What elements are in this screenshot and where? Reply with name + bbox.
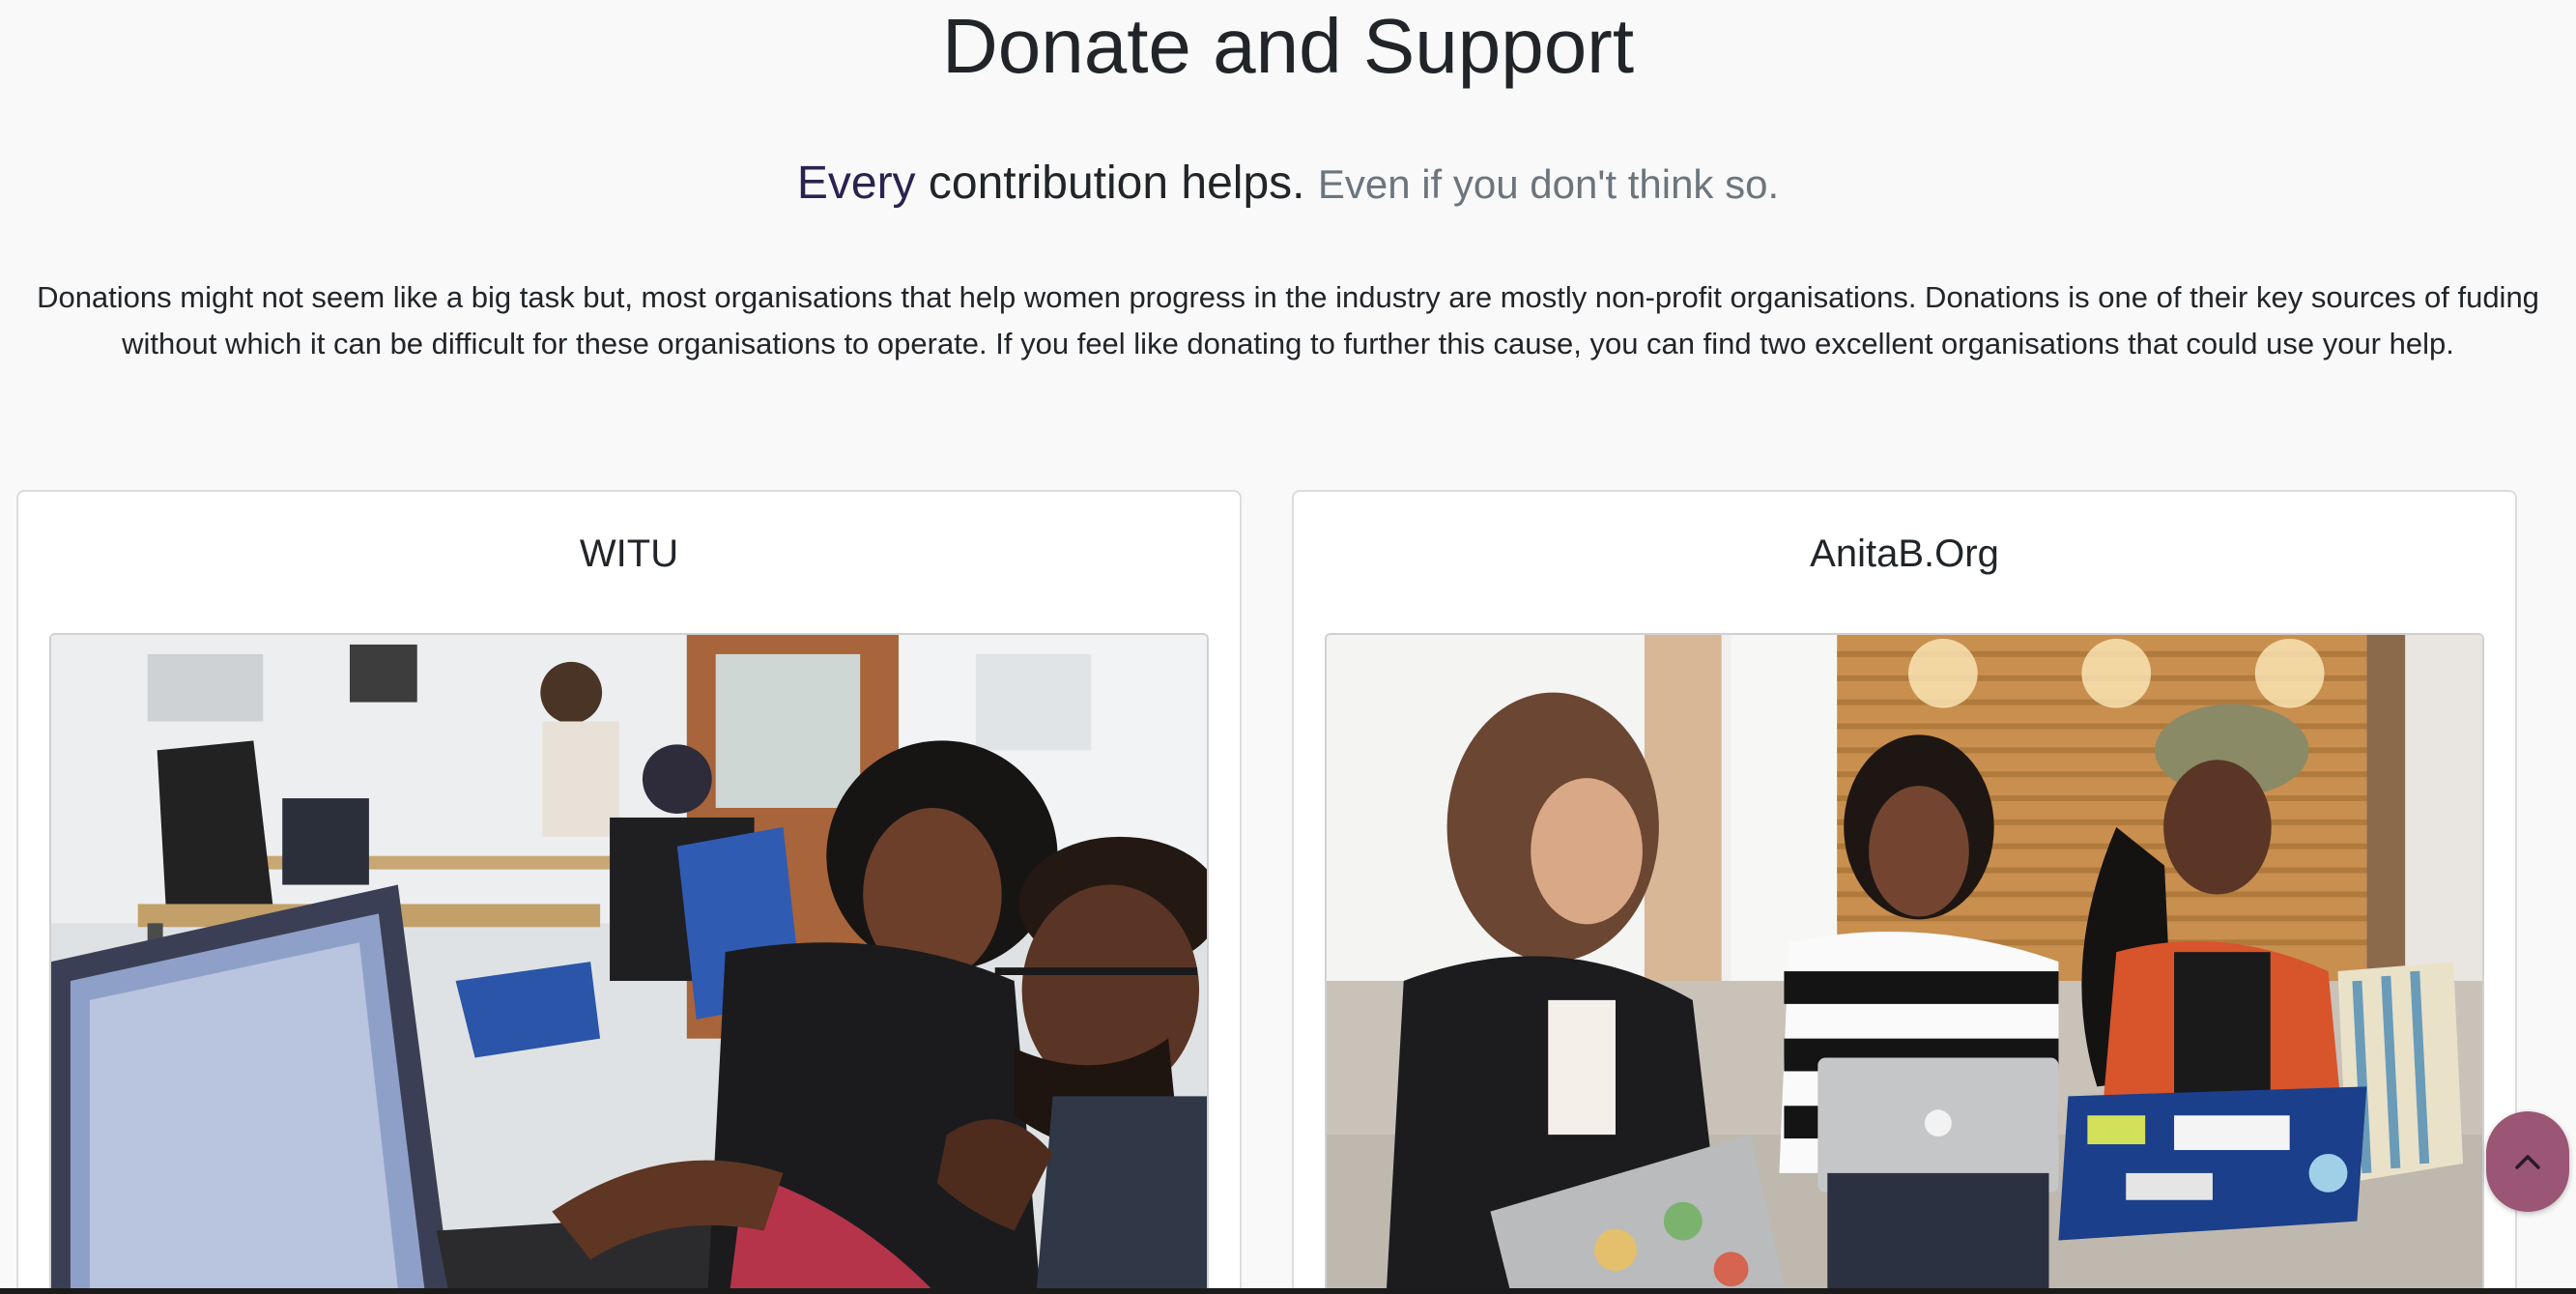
women-with-laptops-photo <box>1327 635 2482 1294</box>
card-image[interactable] <box>1325 633 2484 1294</box>
subtitle-muted: Even if you don't think so. <box>1317 161 1780 207</box>
card-title: WITU <box>579 532 679 575</box>
subtitle-main: contribution helps. <box>915 158 1305 209</box>
subtitle-emphasis: Every <box>796 158 916 209</box>
intro-paragraph: Donations might not seem like a big task… <box>37 280 2539 360</box>
page-title: Donate and Support <box>941 3 1635 89</box>
team-working-photo <box>51 635 1207 1294</box>
bottom-border <box>0 1288 2576 1294</box>
card-image[interactable] <box>49 633 1209 1294</box>
scroll-to-top-button[interactable] <box>2486 1111 2569 1212</box>
chevron-up-icon <box>2515 1155 2540 1169</box>
org-card-witu[interactable]: WITU <box>16 490 1242 1294</box>
page: Donate and Support Every contribution he… <box>0 0 2576 1294</box>
org-card-anitab[interactable]: AnitaB.Org <box>1292 490 2517 1294</box>
card-title: AnitaB.Org <box>1810 532 1999 575</box>
page-subtitle: Every contribution helps. Even if you do… <box>0 153 2576 216</box>
